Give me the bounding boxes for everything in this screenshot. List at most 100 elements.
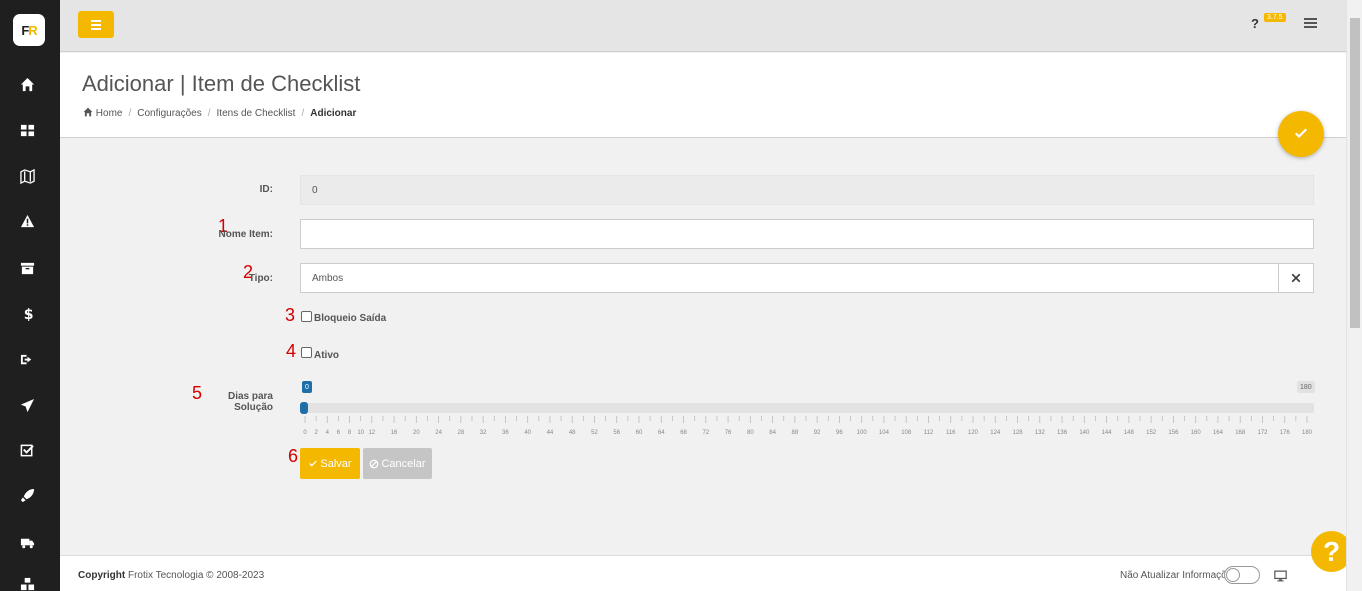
map-icon[interactable] — [18, 167, 36, 185]
dollar-icon[interactable]: $ — [18, 304, 36, 322]
breadcrumb-itens-checklist[interactable]: Itens de Checklist — [217, 108, 296, 119]
no-update-toggle[interactable] — [1224, 566, 1260, 584]
slider-tick-label: 136 — [1057, 430, 1068, 436]
checklist-icon[interactable] — [18, 441, 36, 459]
slider-tick-label: 2 — [314, 430, 318, 436]
page-header: Adicionar | Item de Checklist Home / Con… — [60, 53, 1346, 138]
ativo-label: Ativo — [314, 350, 339, 361]
question-icon: ? — [1322, 535, 1341, 567]
sidebar: FR $ — [0, 0, 60, 591]
slider-tick-label: 0 — [303, 430, 307, 436]
id-label: ID: — [259, 184, 273, 195]
help-icon[interactable]: ? — [1251, 16, 1259, 31]
dias-solucao-slider[interactable] — [300, 403, 1314, 413]
svg-text:$: $ — [23, 307, 33, 321]
app-logo[interactable]: FR — [13, 14, 45, 46]
slider-tick-label: 144 — [1102, 430, 1113, 436]
confirm-fab-button[interactable] — [1278, 111, 1324, 157]
warning-icon[interactable] — [18, 212, 36, 230]
archive-icon[interactable] — [18, 259, 36, 277]
slider-tick-label: 128 — [1013, 430, 1024, 436]
slider-tick-label: 52 — [591, 430, 598, 436]
slider-tick-label: 44 — [547, 430, 554, 436]
slider-tick-label: 156 — [1168, 430, 1179, 436]
slider-tick-label: 168 — [1235, 430, 1246, 436]
tipo-select[interactable]: Ambos — [300, 263, 1279, 293]
slider-tick-label: 160 — [1191, 430, 1202, 436]
slider-tick-label: 20 — [413, 430, 420, 436]
version-badge: 3.7.5 — [1264, 13, 1286, 22]
save-button[interactable]: Salvar — [300, 448, 360, 479]
scrollbar[interactable] — [1346, 0, 1362, 591]
slider-tick-label: 104 — [879, 430, 890, 436]
slider-max-bubble: 180 — [1297, 381, 1315, 393]
home-icon — [83, 107, 93, 119]
slider-tick-label: 148 — [1124, 430, 1135, 436]
slider-tick-label: 48 — [569, 430, 576, 436]
slider-tick-label: 28 — [458, 430, 465, 436]
tipo-clear-button[interactable] — [1278, 263, 1314, 293]
slider-tick-label: 88 — [792, 430, 799, 436]
cancel-button[interactable]: Cancelar — [363, 448, 432, 479]
settings-menu-icon[interactable] — [1304, 18, 1317, 29]
check-icon — [1295, 128, 1307, 138]
slider-tick-label: 32 — [480, 430, 487, 436]
breadcrumb-home[interactable]: Home — [83, 107, 122, 119]
sign-out-icon[interactable] — [18, 350, 36, 368]
slider-tick-label: 12 — [368, 430, 375, 436]
bloqueio-saida-label: Bloqueio Saída — [314, 313, 387, 324]
slider-tick-label: 4 — [326, 430, 330, 436]
slider-tick-label: 120 — [968, 430, 979, 436]
slider-tick-label: 140 — [1079, 430, 1090, 436]
cubes-icon[interactable] — [18, 575, 36, 591]
ban-icon — [370, 459, 379, 468]
slider-tick-label: 60 — [636, 430, 643, 436]
slider-tick-label: 10 — [357, 430, 364, 436]
ativo-checkbox[interactable] — [301, 347, 312, 358]
slider-tick-label: 64 — [658, 430, 665, 436]
slider-tick-label: 116 — [946, 430, 956, 436]
slider-tick-label: 164 — [1213, 430, 1224, 436]
slider-tick-label: 124 — [990, 430, 1001, 436]
truck-icon[interactable] — [18, 533, 36, 551]
copyright-text: Copyright Frotix Tecnologia © 2008-2023 — [78, 570, 265, 581]
breadcrumb: Home / Configurações / Itens de Checklis… — [83, 107, 356, 119]
slider-tick-label: 76 — [725, 430, 732, 436]
dias-solucao-label: Dias para Solução — [227, 391, 273, 413]
close-icon — [1291, 273, 1301, 283]
marker-6: 6 — [288, 446, 299, 466]
slider-tick-label: 24 — [435, 430, 442, 436]
slider-tick-label: 40 — [524, 430, 531, 436]
slider-tick-label: 6 — [337, 430, 341, 436]
page-title: Adicionar | Item de Checklist — [82, 71, 361, 96]
slider-tick-label: 172 — [1257, 430, 1268, 436]
slider-tick-label: 176 — [1280, 430, 1291, 436]
slider-tick-label: 84 — [769, 430, 776, 436]
paper-plane-icon[interactable] — [18, 396, 36, 414]
no-update-label: Não Atualizar Informações — [1120, 570, 1238, 581]
slider-tick-label: 72 — [702, 430, 709, 436]
nome-item-input[interactable] — [300, 219, 1314, 249]
home-icon[interactable] — [18, 75, 36, 93]
slider-tick-label: 108 — [901, 430, 912, 436]
breadcrumb-configuracoes[interactable]: Configurações — [137, 108, 201, 119]
slider-tick-label: 132 — [1035, 430, 1046, 436]
menu-toggle-button[interactable] — [78, 11, 114, 38]
dashboard-icon[interactable] — [18, 121, 36, 139]
monitor-icon[interactable] — [1274, 569, 1287, 587]
id-field: 0 — [300, 175, 1314, 205]
slider-handle[interactable] — [300, 402, 308, 414]
bloqueio-saida-checkbox[interactable] — [301, 311, 312, 322]
top-bar: ? 3.7.5 — [60, 0, 1346, 52]
slider-tick-label: 16 — [391, 430, 398, 436]
nome-item-label: Nome Item: — [218, 229, 273, 240]
slider-tick-label: 8 — [348, 430, 352, 436]
slider-tick-label: 68 — [680, 430, 687, 436]
slider-tick-label: 56 — [613, 430, 620, 436]
rocket-icon[interactable] — [18, 486, 36, 504]
slider-tick-label: 96 — [836, 430, 843, 436]
slider-tick-label: 112 — [924, 430, 934, 436]
footer: Copyright Frotix Tecnologia © 2008-2023 … — [60, 555, 1346, 591]
scrollbar-thumb[interactable] — [1350, 18, 1360, 328]
marker-3: 3 — [285, 305, 296, 325]
